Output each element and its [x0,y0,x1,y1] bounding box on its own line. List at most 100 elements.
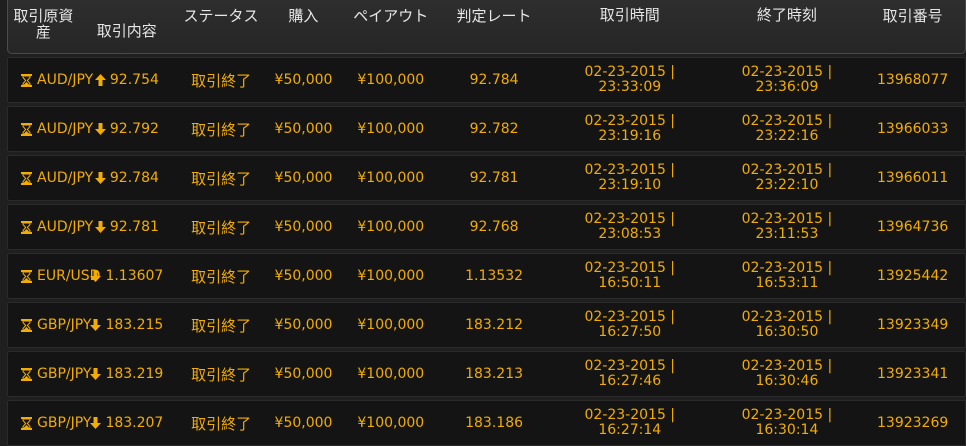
trade-content-cell: 92.784 [79,170,175,186]
table-row[interactable]: GBP/JPY 183.207 取引終了 ¥50,000 ¥100,000 18… [7,400,966,446]
table-row[interactable]: AUD/JPY 92.754 取引終了 ¥50,000 ¥100,000 92.… [7,57,966,103]
status-text: 取引終了 [191,267,252,286]
asset-cell: GBP/JPY [8,415,91,431]
status-text: 取引終了 [191,120,252,139]
status-text: 取引終了 [191,316,252,335]
trade-number[interactable]: 13923349 [860,317,965,333]
trade-clock: 16:27:14 [598,422,662,438]
end-time: 02-23-2015 | 16:30:14 [714,408,861,438]
asset-cell: GBP/JPY [8,317,91,333]
end-date: 02-23-2015 | [741,358,833,374]
end-date: 02-23-2015 | [741,407,833,423]
end-clock: 23:36:09 [755,79,819,95]
judge-rate: 1.13532 [465,268,524,284]
trade-clock: 16:27:46 [598,373,662,389]
trade-date: 02-23-2015 | [584,113,676,129]
trade-content-cell: 1.13607 [79,268,175,284]
trade-content-cell: 92.792 [79,121,175,137]
hourglass-icon [21,171,32,185]
asset-cell: AUD/JPY [8,170,93,186]
header-trade-number[interactable]: 取引番号 [860,0,965,53]
judge-rate: 92.782 [469,121,519,137]
asset-cell: AUD/JPY [8,219,93,235]
status-text: 取引終了 [191,169,252,188]
judge-rate: 183.186 [465,415,524,431]
end-clock: 23:22:10 [755,177,819,193]
trade-number[interactable]: 13923341 [860,366,965,382]
table-row[interactable]: AUD/JPY 92.784 取引終了 ¥50,000 ¥100,000 92.… [7,155,966,201]
asset-cell: GBP/JPY [8,366,91,382]
trade-number[interactable]: 13966033 [860,121,965,137]
trade-number[interactable]: 13966011 [860,170,965,186]
purchase-amount: ¥50,000 [274,219,333,235]
table-row[interactable]: AUD/JPY 92.792 取引終了 ¥50,000 ¥100,000 92.… [7,106,966,152]
judge-rate: 92.781 [469,170,519,186]
end-clock: 16:30:46 [755,373,819,389]
trade-rate: 92.784 [109,170,159,186]
header-payout[interactable]: ペイアウト [339,0,442,53]
end-date: 02-23-2015 | [741,113,833,129]
end-clock: 23:22:16 [755,128,819,144]
hourglass-icon [21,269,32,283]
payout-amount: ¥100,000 [357,219,425,235]
table-body: AUD/JPY 92.754 取引終了 ¥50,000 ¥100,000 92.… [7,57,966,446]
arrow-down-icon [90,368,102,380]
end-time: 02-23-2015 | 23:22:16 [714,114,861,144]
trade-time: 02-23-2015 | 23:08:53 [546,212,714,242]
end-clock: 16:53:11 [755,275,819,291]
arrow-up-icon [94,74,106,86]
judge-rate: 183.212 [465,317,524,333]
end-clock: 23:11:53 [755,226,819,242]
end-time: 02-23-2015 | 16:30:50 [714,310,861,340]
table-row[interactable]: EUR/USD 1.13607 取引終了 ¥50,000 ¥100,000 1.… [7,253,966,299]
trade-date: 02-23-2015 | [584,358,676,374]
trade-clock: 16:27:50 [598,324,662,340]
end-date: 02-23-2015 | [741,260,833,276]
trade-time: 02-23-2015 | 16:27:46 [546,359,714,389]
trade-date: 02-23-2015 | [584,64,676,80]
trade-number[interactable]: 13968077 [860,72,965,88]
trade-number[interactable]: 13964736 [860,219,965,235]
end-date: 02-23-2015 | [741,211,833,227]
header-trade-time[interactable]: 取引時間 [546,0,714,53]
table-row[interactable]: AUD/JPY 92.781 取引終了 ¥50,000 ¥100,000 92.… [7,204,966,250]
purchase-amount: ¥50,000 [274,415,333,431]
trade-time: 02-23-2015 | 23:19:10 [546,163,714,193]
trade-time: 02-23-2015 | 16:50:11 [546,261,714,291]
trade-rate: 92.754 [109,72,159,88]
table-row[interactable]: GBP/JPY 183.219 取引終了 ¥50,000 ¥100,000 18… [7,351,966,397]
hourglass-icon [21,220,32,234]
asset-cell: AUD/JPY [8,121,93,137]
header-purchase[interactable]: 購入 [267,0,339,53]
purchase-amount: ¥50,000 [274,366,333,382]
end-date: 02-23-2015 | [741,64,833,80]
header-end-time[interactable]: 終了時刻 [714,0,861,53]
trade-rate: 92.792 [109,121,159,137]
end-time: 02-23-2015 | 23:36:09 [714,65,861,95]
trade-number[interactable]: 13923269 [860,415,965,431]
purchase-amount: ¥50,000 [274,170,333,186]
arrow-down-icon [94,123,106,135]
trade-content-cell: 92.781 [79,219,175,235]
payout-amount: ¥100,000 [357,415,425,431]
trade-date: 02-23-2015 | [584,211,676,227]
header-trade-content[interactable]: 取引内容 [79,0,175,53]
trade-content-cell: 183.219 [79,366,175,382]
end-time: 02-23-2015 | 23:22:10 [714,163,861,193]
hourglass-icon [21,367,32,381]
header-judge-rate[interactable]: 判定レート [442,0,546,53]
end-time: 02-23-2015 | 16:53:11 [714,261,861,291]
payout-amount: ¥100,000 [357,170,425,186]
status-text: 取引終了 [191,365,252,384]
header-status[interactable]: ステータス [175,0,268,53]
header-asset[interactable]: 取引原資産 [8,0,79,53]
table-header: 取引原資産 取引内容 ステータス 購入 ペイアウト 判定レート 取引時間 終了時… [7,0,966,54]
arrow-down-icon [90,319,102,331]
table-row[interactable]: GBP/JPY 183.215 取引終了 ¥50,000 ¥100,000 18… [7,302,966,348]
arrow-down-icon [94,221,106,233]
trade-clock: 23:08:53 [598,226,662,242]
trade-number[interactable]: 13925442 [860,268,965,284]
trade-date: 02-23-2015 | [584,309,676,325]
trade-rate: 92.781 [109,219,159,235]
trade-date: 02-23-2015 | [584,260,676,276]
